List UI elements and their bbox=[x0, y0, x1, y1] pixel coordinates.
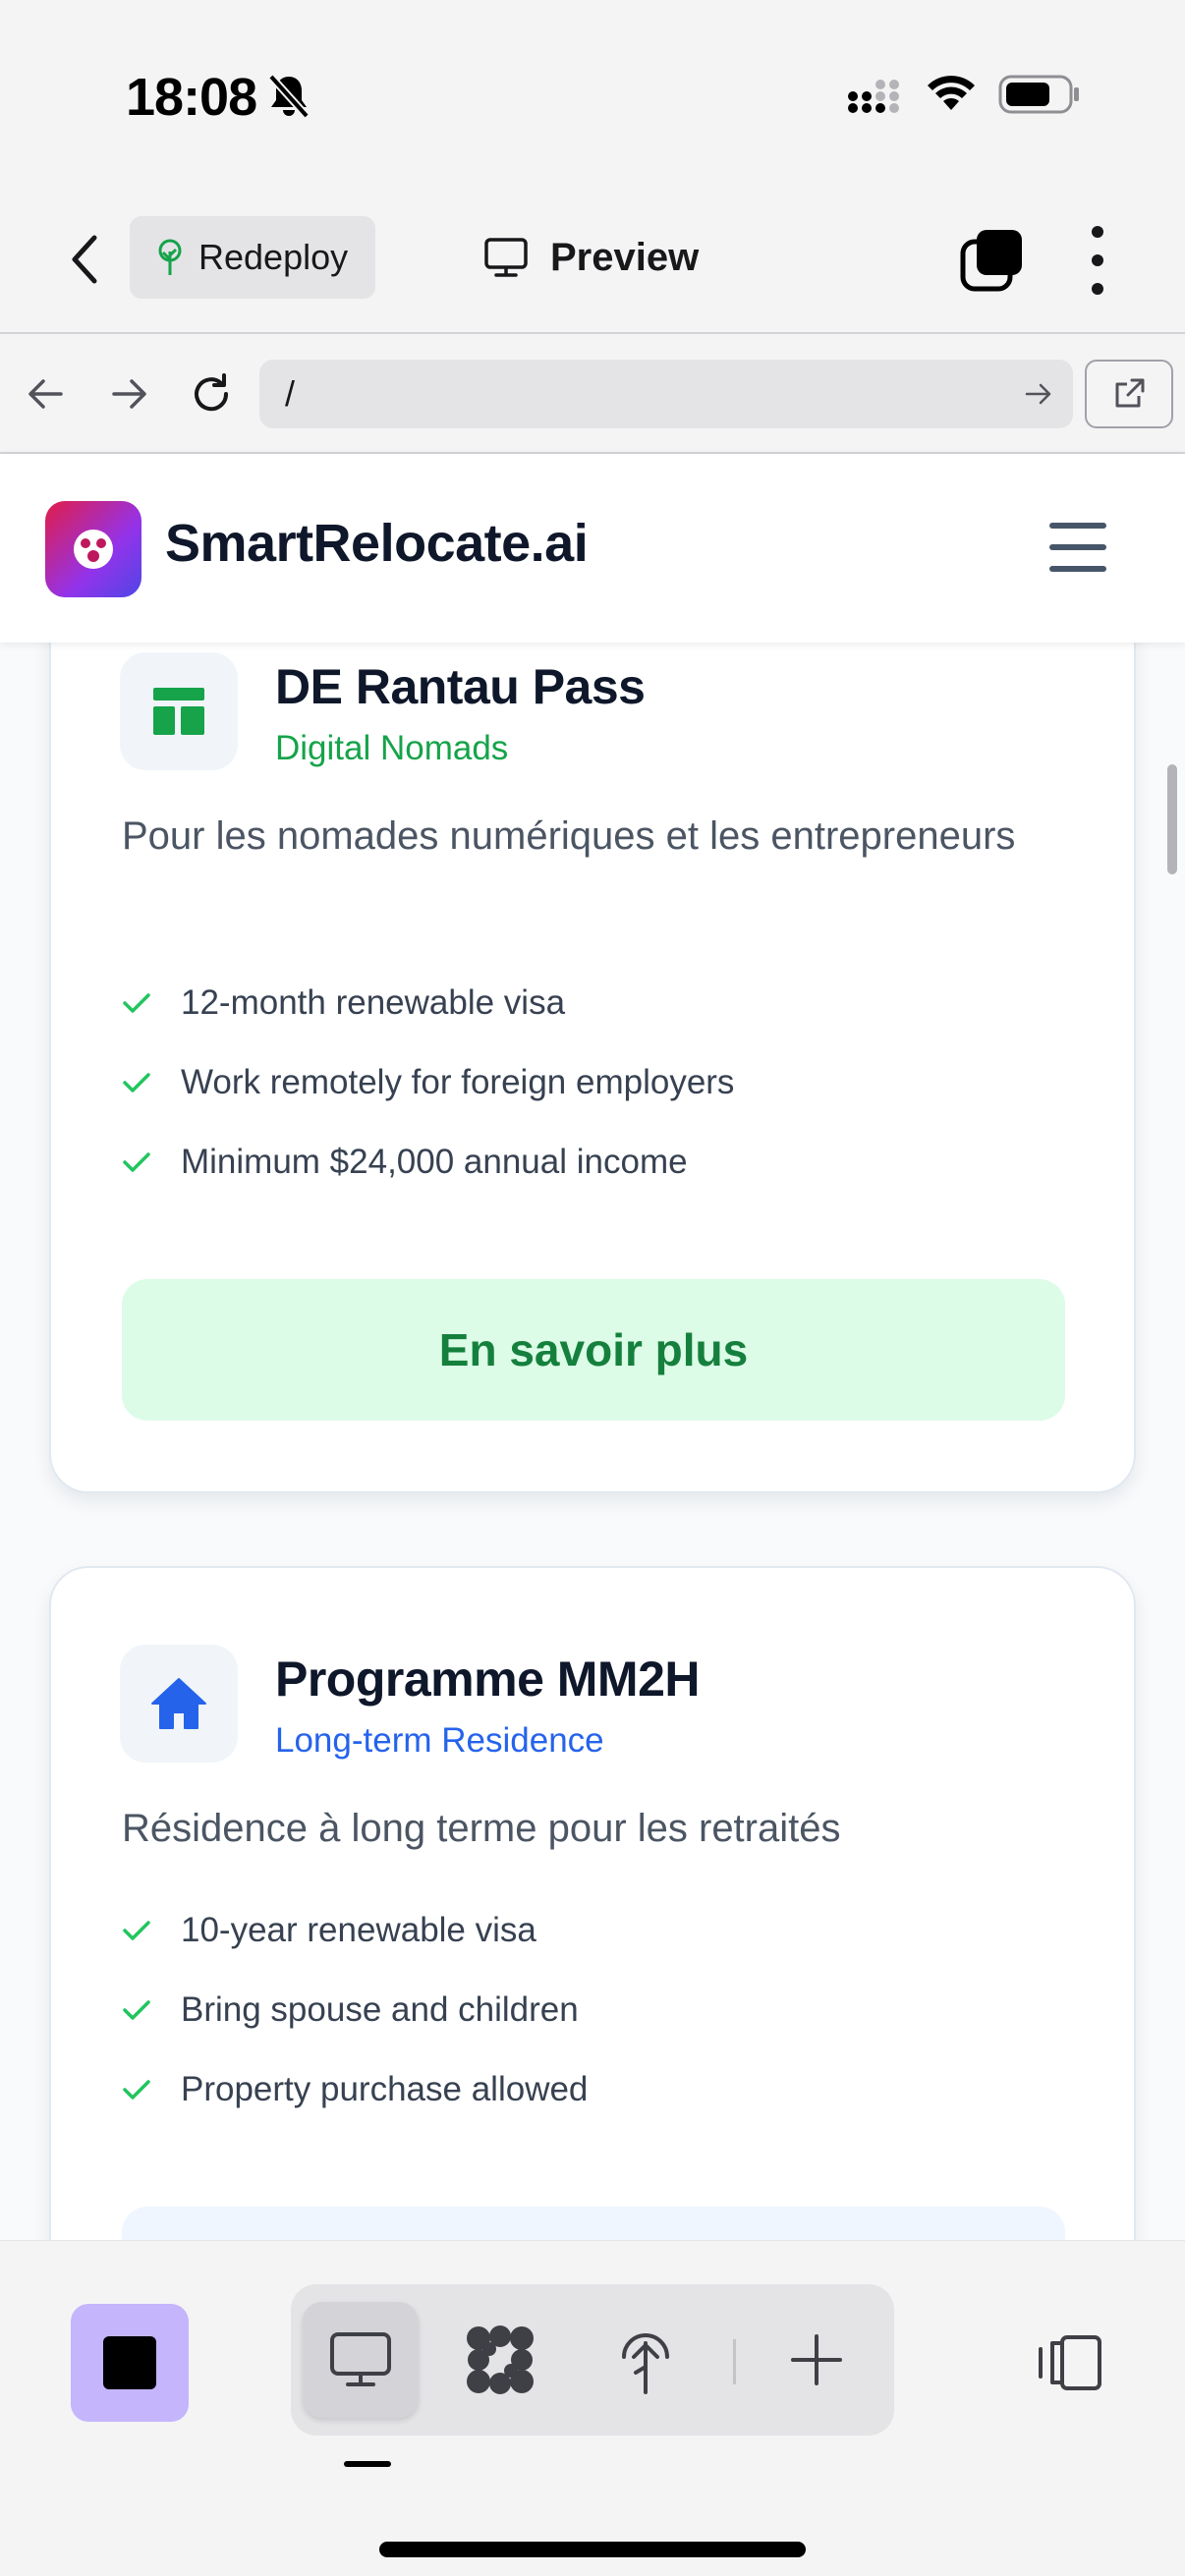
bell-muted-icon bbox=[268, 74, 310, 119]
feature-text: 12-month renewable visa bbox=[181, 982, 566, 1022]
layout-grid-icon bbox=[153, 688, 204, 735]
url-input[interactable]: / bbox=[285, 360, 992, 428]
plus-icon bbox=[791, 2334, 842, 2385]
card-tag: Digital Nomads bbox=[275, 729, 509, 767]
app-toolbar: Redeploy Preview bbox=[0, 187, 1185, 334]
wifi-icon bbox=[928, 76, 975, 110]
feature-text: Minimum $24,000 annual income bbox=[181, 1142, 688, 1181]
check-icon bbox=[122, 1071, 155, 1094]
redeploy-label: Redeploy bbox=[198, 237, 349, 277]
site-logo[interactable] bbox=[45, 501, 141, 597]
check-icon bbox=[122, 1998, 155, 2022]
cellular-signal-icon bbox=[848, 80, 899, 113]
check-icon bbox=[122, 1150, 155, 1174]
scrollbar[interactable] bbox=[1167, 764, 1177, 874]
logo-mark-icon bbox=[74, 530, 113, 569]
bottom-toolbar bbox=[0, 2240, 1185, 2576]
page-content: DE Rantau Pass Digital Nomads Pour les n… bbox=[0, 643, 1185, 2240]
tabs-icon[interactable] bbox=[959, 228, 1024, 293]
cluster-icon bbox=[467, 2325, 534, 2394]
site-header: SmartRelocate.ai bbox=[0, 454, 1185, 643]
card-description: Pour les nomades numériques et les entre… bbox=[122, 814, 1016, 858]
monitor-icon bbox=[330, 2332, 391, 2386]
code-mode-button[interactable] bbox=[442, 2302, 558, 2418]
more-options-button[interactable] bbox=[1081, 226, 1114, 295]
feature-text: Property purchase allowed bbox=[181, 2069, 589, 2108]
card-title: DE Rantau Pass bbox=[275, 659, 646, 714]
feature-item: Minimum $24,000 annual income bbox=[122, 1122, 734, 1202]
active-mode-indicator bbox=[344, 2461, 391, 2467]
learn-more-button[interactable] bbox=[122, 2207, 1065, 2240]
deploy-mode-button[interactable] bbox=[588, 2302, 704, 2418]
browser-url-bar: / bbox=[0, 334, 1185, 454]
tree-icon bbox=[158, 239, 182, 275]
deploy-tree-icon bbox=[622, 2333, 669, 2394]
feature-list: 12-month renewable visa Work remotely fo… bbox=[122, 963, 734, 1202]
device-frame-button[interactable] bbox=[1012, 2306, 1126, 2420]
learn-more-button[interactable]: En savoir plus bbox=[122, 1279, 1065, 1421]
preview-label: Preview bbox=[550, 235, 700, 279]
stop-button[interactable] bbox=[71, 2304, 189, 2422]
add-button[interactable] bbox=[759, 2302, 875, 2418]
card-icon-box bbox=[120, 652, 238, 770]
stop-icon bbox=[103, 2336, 156, 2389]
go-arrow-icon[interactable] bbox=[1022, 377, 1055, 411]
external-link-icon bbox=[1115, 378, 1145, 408]
feature-item: Bring spouse and children bbox=[122, 1970, 588, 2049]
menu-button[interactable] bbox=[1049, 523, 1106, 572]
battery-icon bbox=[998, 75, 1079, 114]
feature-item: 10-year renewable visa bbox=[122, 1890, 588, 1970]
status-time: 18:08 bbox=[126, 68, 257, 127]
card-icon-box bbox=[120, 1645, 238, 1763]
preview-button[interactable]: Preview bbox=[483, 216, 699, 299]
visa-card: DE Rantau Pass Digital Nomads Pour les n… bbox=[49, 643, 1136, 1493]
redeploy-button[interactable]: Redeploy bbox=[130, 216, 376, 299]
mode-divider bbox=[733, 2339, 736, 2384]
feature-list: 10-year renewable visa Bring spouse and … bbox=[122, 1890, 588, 2129]
feature-item: 12-month renewable visa bbox=[122, 963, 734, 1042]
home-indicator[interactable] bbox=[379, 2542, 806, 2557]
check-icon bbox=[122, 991, 155, 1015]
url-field[interactable]: / bbox=[259, 360, 1073, 428]
reload-icon[interactable] bbox=[187, 369, 236, 419]
card-title: Programme MM2H bbox=[275, 1652, 701, 1707]
check-icon bbox=[122, 2078, 155, 2101]
preview-mode-button[interactable] bbox=[303, 2302, 419, 2418]
home-icon bbox=[151, 1678, 206, 1729]
view-mode-group bbox=[291, 2284, 894, 2436]
card-description: Résidence à long terme pour les retraité… bbox=[122, 1807, 841, 1850]
feature-text: Work remotely for foreign employers bbox=[181, 1062, 735, 1101]
back-button[interactable] bbox=[55, 224, 114, 295]
status-bar: 18:08 bbox=[0, 0, 1185, 187]
visa-card: Programme MM2H Long-term Residence Résid… bbox=[49, 1566, 1136, 2240]
device-frame-icon bbox=[1039, 2335, 1101, 2390]
check-icon bbox=[122, 1919, 155, 1942]
card-tag: Long-term Residence bbox=[275, 1721, 604, 1760]
feature-item: Work remotely for foreign employers bbox=[122, 1042, 734, 1122]
arrow-right-icon[interactable] bbox=[104, 369, 153, 419]
site-name[interactable]: SmartRelocate.ai bbox=[165, 513, 589, 574]
arrow-left-icon[interactable] bbox=[22, 369, 71, 419]
chevron-left-icon bbox=[72, 235, 97, 284]
monitor-icon bbox=[484, 238, 528, 277]
feature-text: Bring spouse and children bbox=[181, 1989, 579, 2029]
feature-text: 10-year renewable visa bbox=[181, 1910, 536, 1949]
open-external-button[interactable] bbox=[1085, 360, 1173, 428]
feature-item: Property purchase allowed bbox=[122, 2049, 588, 2129]
